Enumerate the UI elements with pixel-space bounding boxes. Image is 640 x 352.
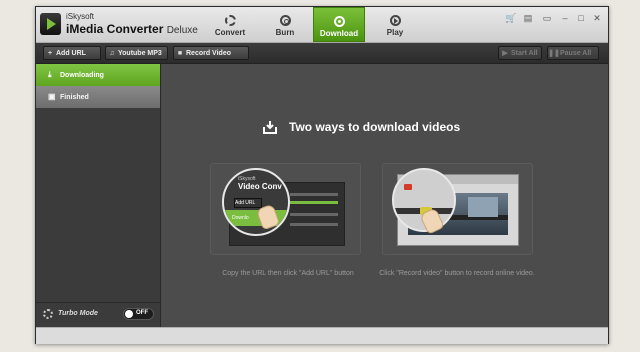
magnifier-circle: iSkysoft Video Conv Add URL Downlo: [222, 168, 290, 236]
close-icon[interactable]: ✕: [590, 12, 604, 24]
page-heading: Two ways to download videos: [289, 120, 461, 134]
tab-play-label: Play: [386, 28, 404, 37]
toggle-state: OFF: [136, 310, 148, 316]
youtube-mp3-button[interactable]: ♫ Youtube MP3: [105, 46, 168, 60]
maximize-icon[interactable]: □: [574, 12, 588, 24]
tab-play[interactable]: Play: [369, 7, 421, 42]
add-url-button[interactable]: + Add URL: [43, 46, 101, 60]
toggle-knob: [125, 310, 133, 318]
pause-all-button[interactable]: ❚❚Pause All: [547, 46, 599, 60]
card1-caption: Copy the URL then click "Add URL" button: [222, 270, 354, 277]
youtube-mp3-label: Youtube MP3: [118, 50, 162, 57]
sidebar-item-label: Finished: [60, 94, 89, 101]
status-bar: [36, 327, 608, 344]
turbo-icon: [43, 309, 53, 319]
brand-company: iSkysoft: [66, 12, 95, 21]
turbo-mode-toggle[interactable]: OFF: [123, 308, 154, 320]
download-tray-icon: [263, 121, 277, 134]
sidebar: ⤓ Downloading ▣ Finished Turbo Mode OFF: [36, 64, 161, 327]
app-logo-icon: [40, 13, 61, 35]
mini-title: Video Conv: [238, 182, 282, 191]
sidebar-item-label: Downloading: [60, 72, 104, 79]
pause-icon: ❚❚: [548, 50, 560, 57]
finished-icon: ▣: [48, 92, 56, 101]
sidebar-item-finished[interactable]: ▣ Finished: [36, 86, 160, 108]
brand-name-text: iMedia Converter: [66, 22, 164, 36]
download-icon: [333, 16, 345, 27]
tab-burn-label: Burn: [275, 28, 295, 37]
brand-title: iMedia Converter Deluxe: [66, 22, 198, 36]
settings-icon[interactable]: ▤: [521, 12, 535, 24]
start-all-button[interactable]: ▶ Start All: [498, 46, 542, 60]
cart-icon[interactable]: 🛒: [504, 12, 518, 24]
main-panel: Two ways to download videos iSkysoft Vid…: [161, 64, 608, 327]
pause-all-label: Pause All: [560, 50, 592, 57]
music-note-icon: ♫: [109, 50, 115, 57]
sidebar-item-downloading[interactable]: ⤓ Downloading: [36, 64, 160, 86]
title-bar: iSkysoft iMedia Converter Deluxe Convert…: [36, 7, 608, 43]
minimize-icon[interactable]: –: [558, 12, 572, 24]
plus-icon: +: [47, 50, 53, 57]
play-icon: [389, 15, 401, 26]
play-icon: ▶: [502, 50, 508, 57]
app-window: iSkysoft iMedia Converter Deluxe Convert…: [35, 6, 609, 344]
card2-caption: Click "Record video" button to record on…: [379, 270, 535, 277]
add-url-label: Add URL: [56, 50, 86, 57]
chat-icon[interactable]: ▭: [540, 12, 554, 24]
add-url-illustration: iSkysoft Video Conv Add URL Downlo: [210, 163, 361, 255]
turbo-mode-panel: Turbo Mode OFF: [36, 302, 160, 327]
convert-icon: [224, 15, 236, 26]
toolbar: + Add URL ♫ Youtube MP3 ■ Record Video ▶ Sta…: [36, 43, 608, 64]
record-video-illustration: [382, 163, 533, 255]
brand-edition: Deluxe: [166, 25, 198, 36]
record-video-button[interactable]: ■ Record Video: [173, 46, 249, 60]
tab-convert-label: Convert: [214, 28, 246, 37]
start-all-label: Start All: [511, 50, 538, 57]
tab-download-label: Download: [319, 29, 359, 38]
mini-add-url: Add URL: [234, 198, 262, 208]
tab-download[interactable]: Download: [313, 7, 365, 42]
turbo-mode-label: Turbo Mode: [58, 310, 98, 317]
burn-icon: [279, 15, 291, 26]
download-icon: ⤓: [48, 70, 52, 79]
tab-burn[interactable]: Burn: [259, 7, 311, 42]
camera-icon: ■: [177, 50, 183, 57]
tab-convert[interactable]: Convert: [204, 7, 256, 42]
record-video-label: Record Video: [186, 50, 231, 57]
